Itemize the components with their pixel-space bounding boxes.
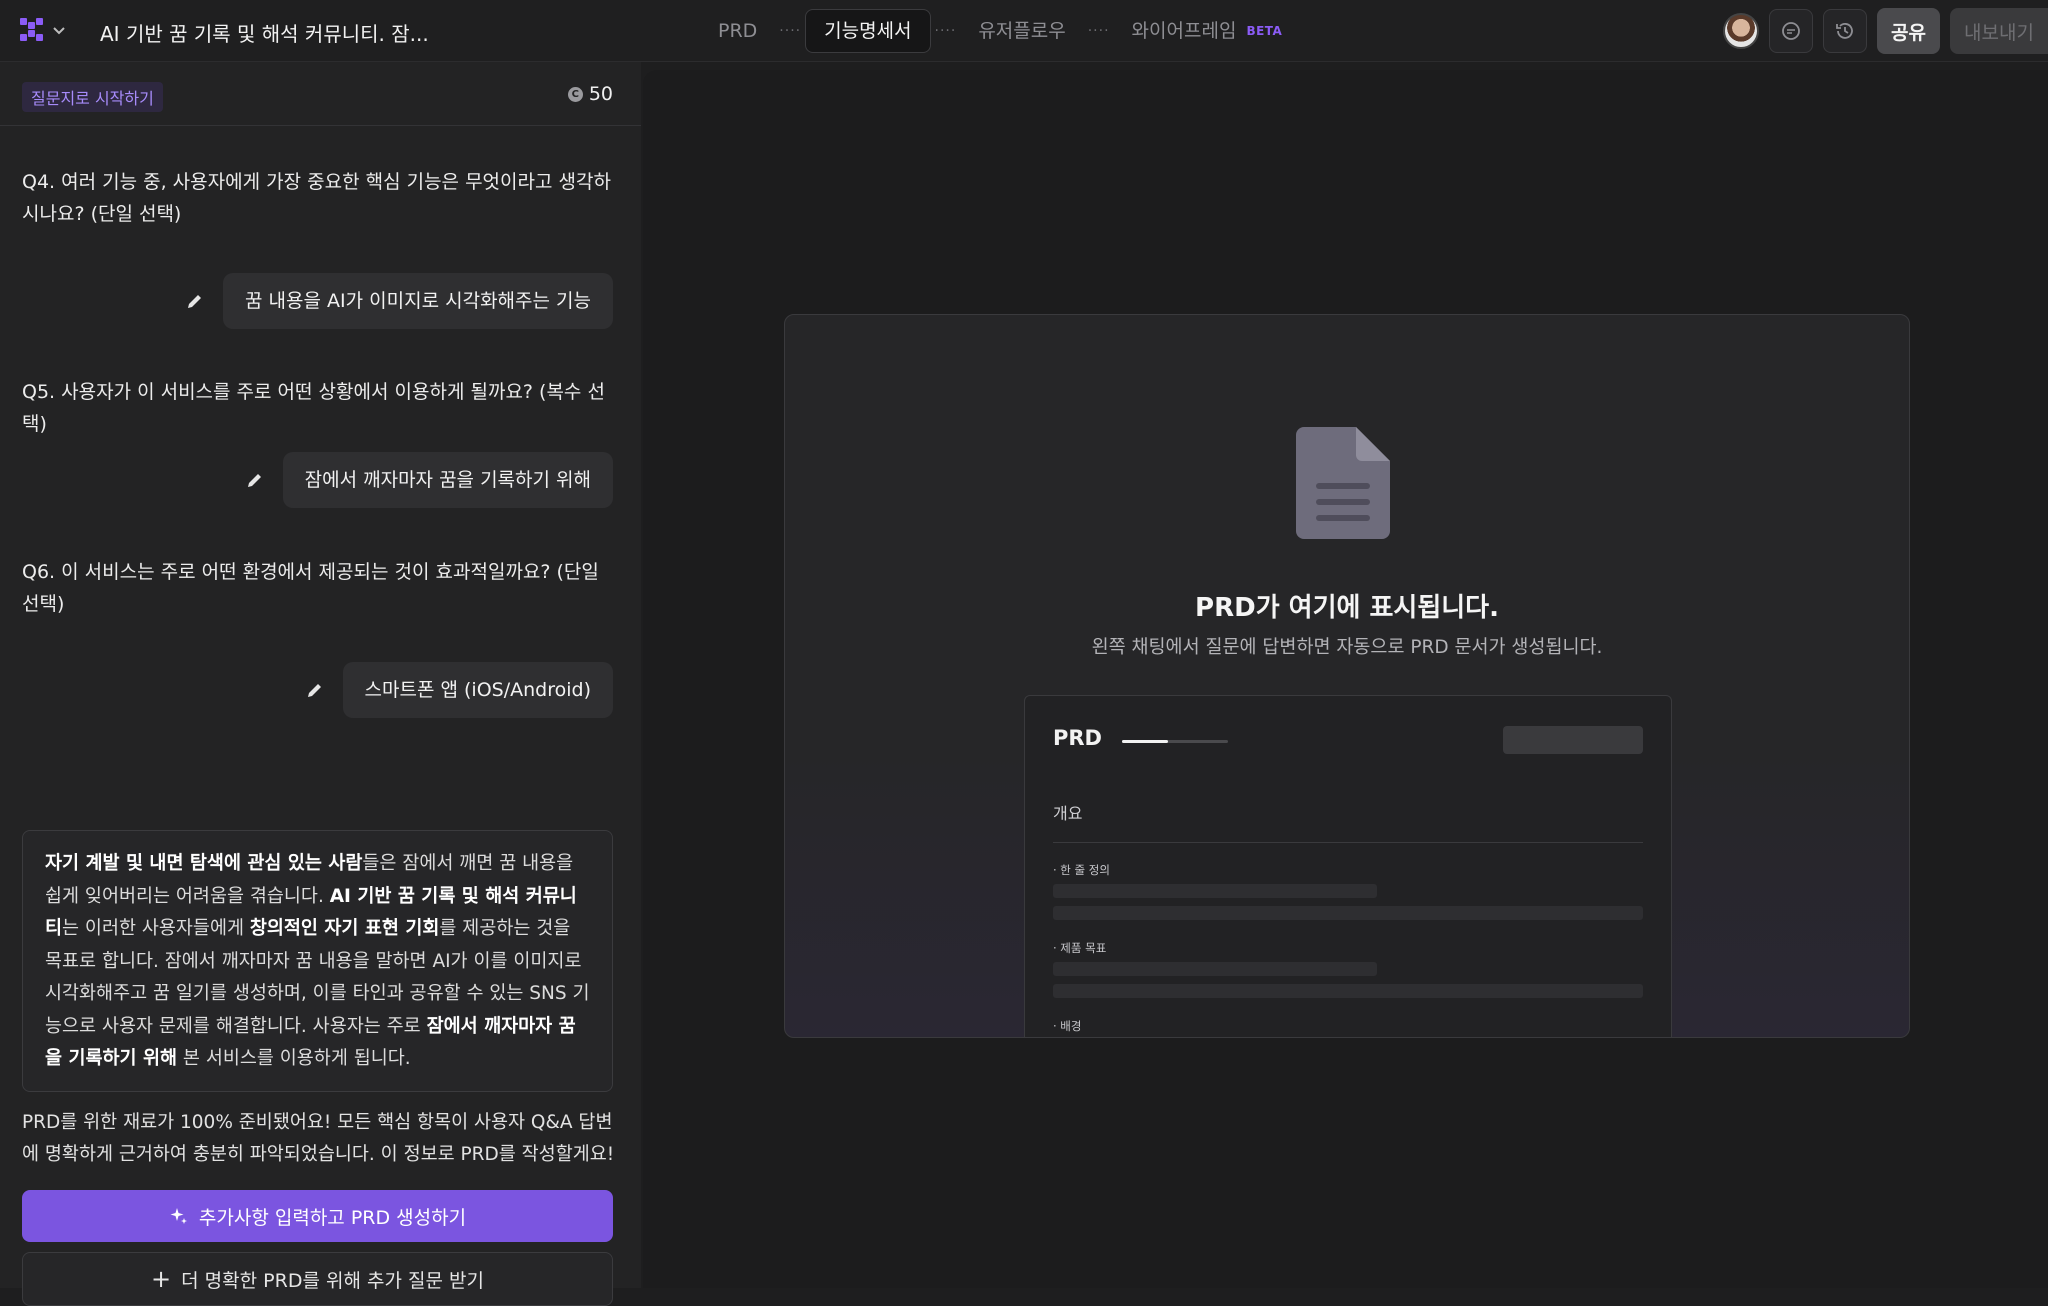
- document-panel: PRD가 여기에 표시됩니다. 왼쪽 채팅에서 질문에 답변하면 자동으로 PR…: [643, 70, 2048, 1288]
- preview-progress-bar: [1122, 740, 1228, 743]
- sparkle-icon: [170, 1208, 187, 1224]
- divider: [1053, 842, 1643, 843]
- preview-placeholder-pill: [1503, 726, 1643, 754]
- tab-wireframe[interactable]: 와이어프레임 BETA: [1114, 9, 1301, 53]
- empty-state-card: PRD가 여기에 표시됩니다. 왼쪽 채팅에서 질문에 답변하면 자동으로 PR…: [784, 314, 1910, 1038]
- preview-field-label: · 한 줄 정의: [1053, 863, 1110, 877]
- tab-feature-spec[interactable]: 기능명세서: [805, 9, 931, 53]
- beta-badge: BETA: [1246, 24, 1283, 38]
- ready-message: PRD를 위한 재료가 100% 준비됐어요! 모든 핵심 항목이 사용자 Q&…: [22, 1112, 615, 1165]
- answer-bubble: 잠에서 깨자마자 꿈을 기록하기 위해: [282, 452, 613, 508]
- preview-field-label: · 제품 목표: [1053, 941, 1107, 955]
- more-questions-label: 더 명확한 PRD를 위해 추가 질문 받기: [181, 1269, 484, 1292]
- generate-prd-button[interactable]: 추가사항 입력하고 PRD 생성하기: [22, 1190, 613, 1242]
- generate-prd-label: 추가사항 입력하고 PRD 생성하기: [198, 1206, 467, 1229]
- credit-balance: C 50: [567, 83, 613, 105]
- preview-title: PRD: [1053, 726, 1102, 750]
- tab-prd[interactable]: PRD: [700, 9, 775, 53]
- pencil-icon[interactable]: [245, 470, 265, 490]
- tab-user-flow[interactable]: 유저플로우: [960, 9, 1083, 53]
- answer-bubble: 꿈 내용을 AI가 이미지로 시각화해주는 기능: [223, 273, 613, 329]
- avatar[interactable]: [1723, 13, 1760, 49]
- chat-header: 질문지로 시작하기 C 50: [0, 62, 641, 126]
- preview-progress-fill: [1122, 740, 1168, 743]
- question-q6: Q6. 이 서비스는 주로 어떤 환경에서 제공되는 것이 효과적일까요? (단…: [22, 561, 599, 615]
- plus-icon: +: [151, 1265, 172, 1293]
- history-icon: [1836, 23, 1853, 39]
- skeleton-line: [1053, 984, 1643, 998]
- service-summary-card: 자기 계발 및 내면 탐색에 관심 있는 사람들은 잠에서 깨면 꿈 내용을 쉽…: [22, 830, 613, 1092]
- pencil-icon[interactable]: [185, 291, 205, 311]
- share-button[interactable]: 공유: [1877, 8, 1940, 54]
- top-bar: AI 기반 꿈 기록 및 해석 커뮤니티. 잠... PRD ···· 기능명세…: [0, 0, 2048, 62]
- summary-bold: 창의적인 자기 표현 기회: [249, 918, 440, 939]
- step-separator: ····: [934, 23, 957, 39]
- prd-preview-skeleton: PRD 개요 · 한 줄 정의 · 제품 목표 · 배경: [1024, 695, 1672, 1037]
- step-separator: ····: [779, 23, 802, 39]
- credit-count: 50: [588, 83, 613, 105]
- chevron-down-icon: [53, 27, 65, 35]
- top-actions: 공유 내보내기: [1723, 8, 2048, 54]
- answer-bubble: 스마트폰 앱 (iOS/Android): [342, 662, 613, 718]
- preview-section-heading: 개요: [1053, 804, 1083, 823]
- question-q5: Q5. 사용자가 이 서비스를 주로 어떤 상황에서 이용하게 될까요? (복수…: [22, 381, 605, 435]
- start-with-questionnaire-tag[interactable]: 질문지로 시작하기: [22, 82, 163, 112]
- answer-row-q5: 잠에서 깨자마자 꿈을 기록하기 위해: [245, 452, 613, 508]
- skeleton-line: [1053, 906, 1643, 920]
- history-button[interactable]: [1823, 9, 1868, 53]
- skeleton-line: [1053, 962, 1377, 976]
- summary-text: 는 이러한 사용자들에게: [62, 918, 250, 939]
- chat-panel: 질문지로 시작하기 C 50 Q4. 여러 기능 중, 사용자에게 가장 중요한…: [0, 62, 641, 1306]
- step-tabs: PRD ···· 기능명세서 ···· 유저플로우 ···· 와이어프레임 BE…: [700, 9, 1300, 53]
- pencil-icon[interactable]: [305, 680, 325, 700]
- more-questions-button[interactable]: + 더 명확한 PRD를 위해 추가 질문 받기: [22, 1252, 613, 1306]
- document-icon: [1296, 427, 1390, 539]
- credit-icon: C: [567, 86, 583, 102]
- comment-button[interactable]: [1769, 9, 1814, 53]
- app-menu[interactable]: [20, 18, 66, 42]
- preview-field-label: · 배경: [1053, 1019, 1082, 1033]
- question-q4: Q4. 여러 기능 중, 사용자에게 가장 중요한 핵심 기능은 무엇이라고 생…: [22, 171, 611, 225]
- document-title[interactable]: AI 기반 꿈 기록 및 해석 커뮤니티. 잠...: [100, 18, 429, 47]
- comment-icon: [1782, 22, 1800, 40]
- answer-row-q4: 꿈 내용을 AI가 이미지로 시각화해주는 기능: [185, 273, 613, 329]
- answer-row-q6: 스마트폰 앱 (iOS/Android): [305, 662, 613, 718]
- summary-bold: 자기 계발 및 내면 탐색에 관심 있는 사람: [45, 853, 363, 874]
- step-separator: ····: [1087, 23, 1110, 39]
- export-button[interactable]: 내보내기: [1950, 8, 2048, 54]
- skeleton-line: [1053, 884, 1377, 898]
- empty-state-subtitle: 왼쪽 채팅에서 질문에 답변하면 자동으로 PRD 문서가 생성됩니다.: [1091, 637, 1603, 658]
- summary-text: 본 서비스를 이용하게 됩니다.: [177, 1048, 411, 1069]
- app-logo-icon: [20, 18, 44, 42]
- empty-state-title: PRD가 여기에 표시됩니다.: [1195, 593, 1499, 623]
